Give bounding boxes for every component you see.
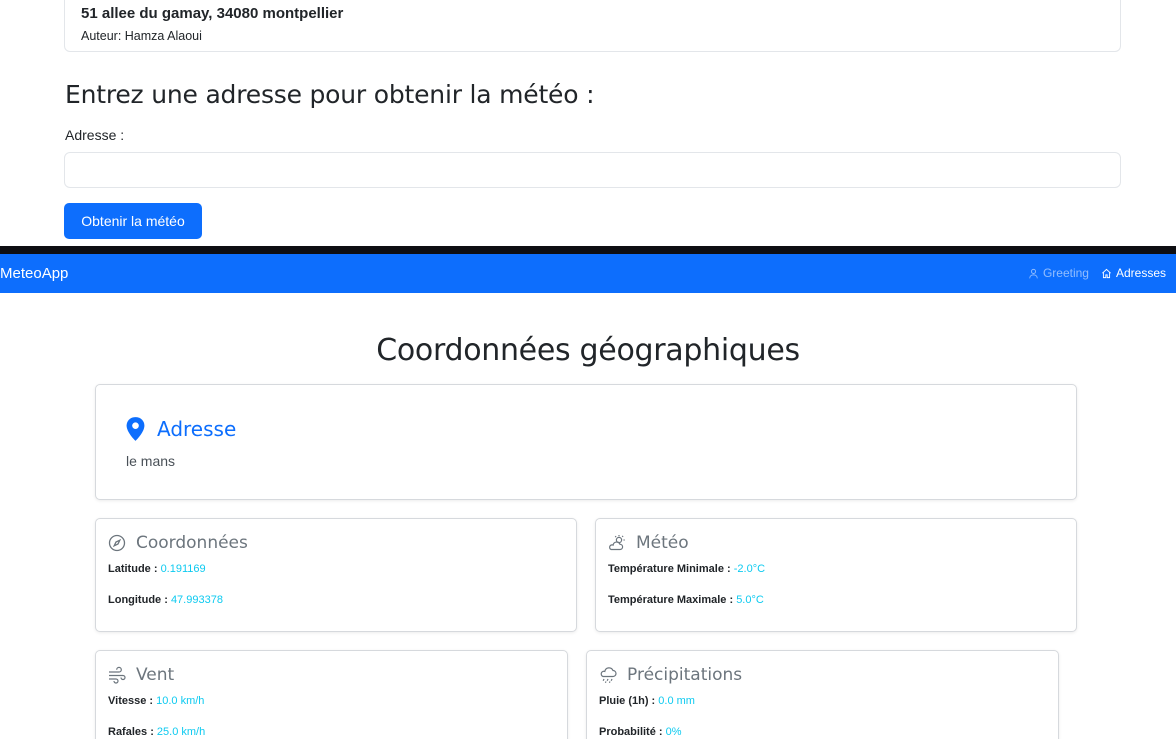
longitude-row: Longitude : 47.993378 xyxy=(108,594,223,606)
wind-speed-row: Vitesse : 10.0 km/h xyxy=(108,695,204,707)
address-form-section: 51 allee du gamay, 34080 montpellier Aut… xyxy=(0,0,1176,246)
coordinates-card: Coordonnées Latitude : 0.191169 Longitud… xyxy=(95,518,577,632)
coordinates-card-title: Coordonnées xyxy=(136,533,248,553)
nav-link-adresses[interactable]: Adresses xyxy=(1101,266,1166,280)
screenshot-separator xyxy=(0,246,1176,254)
brand-link[interactable]: MeteoApp xyxy=(0,265,68,282)
saved-address-text: 51 allee du gamay, 34080 montpellier xyxy=(81,5,344,22)
latitude-value: 0.191169 xyxy=(160,563,206,575)
cloud-rain-icon xyxy=(600,667,617,684)
longitude-label: Longitude : xyxy=(108,594,168,606)
address-card-header: Adresse xyxy=(126,417,236,441)
compass-icon xyxy=(108,534,126,552)
saved-address-card: 51 allee du gamay, 34080 montpellier Aut… xyxy=(64,0,1121,52)
coordinates-card-header: Coordonnées xyxy=(108,533,248,553)
precipitation-card-header: Précipitations xyxy=(599,665,742,685)
tmax-row: Température Maximale : 5.0°C xyxy=(608,594,764,606)
address-label: Adresse : xyxy=(65,127,125,143)
tmin-label: Température Minimale : xyxy=(608,563,731,575)
rain-value: 0.0 mm xyxy=(658,695,695,707)
rain-label: Pluie (1h) : xyxy=(599,695,656,707)
wind-speed-value: 10.0 km/h xyxy=(156,695,205,707)
nav-links: Greeting Adresses xyxy=(1028,266,1166,280)
author-text: Auteur: Hamza Alaoui xyxy=(81,29,202,43)
address-card: Adresse le mans xyxy=(95,384,1077,500)
wind-icon xyxy=(109,666,126,684)
latitude-row: Latitude : 0.191169 xyxy=(108,563,206,575)
weather-card-header: Météo xyxy=(608,533,689,553)
tmin-row: Température Minimale : -2.0°C xyxy=(608,563,765,575)
home-icon xyxy=(1102,268,1111,278)
wind-card-header: Vent xyxy=(108,665,174,685)
longitude-value: 47.993378 xyxy=(170,594,223,606)
precipitation-card-title: Précipitations xyxy=(627,665,743,685)
nav-link-label: Greeting xyxy=(1042,266,1089,280)
wind-gust-value: 25.0 km/h xyxy=(156,726,206,738)
address-input[interactable] xyxy=(64,152,1121,188)
wind-speed-label: Vitesse : xyxy=(108,695,154,707)
cloud-sun-icon xyxy=(609,535,625,551)
probability-row: Probabilité : 0% xyxy=(599,726,682,738)
page-title: Coordonnées géographiques xyxy=(376,333,800,368)
navbar: MeteoApp Greeting Adresses xyxy=(0,254,1176,293)
address-card-title: Adresse xyxy=(157,417,237,441)
latitude-label: Latitude : xyxy=(108,563,158,575)
address-value: le mans xyxy=(126,453,176,469)
wind-gust-row: Rafales : 25.0 km/h xyxy=(108,726,205,738)
nav-link-label: Adresses xyxy=(1115,266,1166,280)
tmin-value: -2.0°C xyxy=(733,563,766,575)
weather-card-title: Météo xyxy=(636,533,689,553)
rain-row: Pluie (1h) : 0.0 mm xyxy=(599,695,695,707)
tmax-label: Température Maximale : xyxy=(608,594,734,606)
wind-gust-label: Rafales : xyxy=(108,726,154,738)
nav-link-greeting[interactable]: Greeting xyxy=(1028,266,1089,280)
wind-card: Vent Vitesse : 10.0 km/h Rafales : 25.0 … xyxy=(95,650,568,739)
wind-card-title: Vent xyxy=(136,665,175,685)
get-weather-button[interactable]: Obtenir la météo xyxy=(64,203,202,239)
probability-value: 0% xyxy=(665,726,682,738)
probability-label: Probabilité : xyxy=(599,726,663,738)
weather-card: Météo Température Minimale : -2.0°C Temp… xyxy=(595,518,1077,632)
tmax-value: 5.0°C xyxy=(736,594,764,606)
user-icon xyxy=(1029,268,1038,278)
form-heading: Entrez une adresse pour obtenir la météo… xyxy=(65,80,595,109)
map-pin-icon xyxy=(126,417,145,441)
precipitation-card: Précipitations Pluie (1h) : 0.0 mm Proba… xyxy=(586,650,1059,739)
